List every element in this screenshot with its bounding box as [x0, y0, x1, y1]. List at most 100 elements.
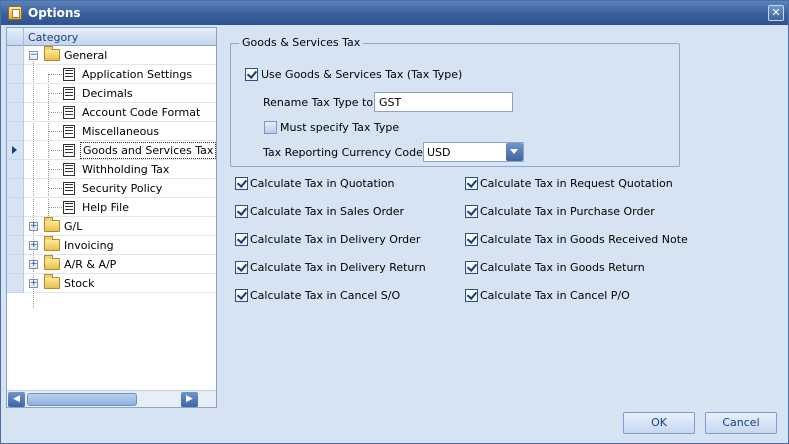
tree-item-account-code-format[interactable]: Account Code Format — [7, 103, 216, 122]
group-title: Goods & Services Tax — [239, 36, 364, 49]
row-indicator-header — [7, 28, 24, 46]
row-indicator — [7, 236, 24, 255]
tree-item-gl[interactable]: + G/L — [7, 217, 216, 236]
calc-tax-cancel-so-label[interactable]: Calculate Tax in Cancel S/O — [250, 289, 400, 302]
tree-cell: Application Settings — [24, 65, 216, 84]
title-bar[interactable]: Options ✕ — [1, 1, 788, 25]
calc-tax-quotation-checkbox[interactable] — [235, 177, 248, 190]
folder-icon — [44, 255, 60, 270]
calc-tax-sales-order-label[interactable]: Calculate Tax in Sales Order — [250, 205, 404, 218]
collapse-icon[interactable]: − — [29, 51, 38, 60]
tree-connector — [49, 188, 62, 189]
scroll-right-icon[interactable]: ▶ — [181, 392, 198, 407]
category-tree[interactable]: Category − General Application Settings — [6, 27, 217, 408]
document-icon — [63, 144, 75, 157]
tree-item-ar-ap[interactable]: + A/R & A/P — [7, 255, 216, 274]
calc-tax-grn-checkbox[interactable] — [465, 233, 478, 246]
tree-connector — [49, 169, 62, 170]
tree-cell: + Invoicing — [24, 236, 216, 255]
tree-cell: − General — [24, 46, 216, 65]
tree-item-goods-and-services-tax[interactable]: Goods and Services Tax — [7, 141, 216, 160]
tree-item-label: Decimals — [82, 87, 133, 100]
tree-cell: + G/L — [24, 217, 216, 236]
use-gst-label[interactable]: Use Goods & Services Tax (Tax Type) — [261, 68, 462, 81]
expand-icon[interactable]: + — [29, 222, 38, 231]
expand-icon[interactable]: + — [29, 279, 38, 288]
tax-reporting-currency-select[interactable]: USD — [423, 142, 524, 162]
calc-tax-grn-label[interactable]: Calculate Tax in Goods Received Note — [480, 233, 688, 246]
window-title: Options — [28, 6, 81, 20]
calc-tax-purchase-order-label[interactable]: Calculate Tax in Purchase Order — [480, 205, 655, 218]
row-indicator — [7, 141, 24, 160]
folder-icon — [44, 217, 60, 232]
tree-item-label: Miscellaneous — [82, 125, 160, 138]
row-indicator — [7, 84, 24, 103]
folder-icon — [44, 274, 60, 289]
calc-tax-delivery-return-checkbox[interactable] — [235, 261, 248, 274]
calc-tax-purchase-order-checkbox[interactable] — [465, 205, 478, 218]
rename-tax-type-label: Rename Tax Type to — [263, 96, 374, 109]
tree-item-miscellaneous[interactable]: Miscellaneous — [7, 122, 216, 141]
row-indicator — [7, 46, 24, 65]
ok-button[interactable]: OK — [623, 412, 695, 434]
expand-icon[interactable]: + — [29, 241, 38, 250]
calc-tax-goods-return-label[interactable]: Calculate Tax in Goods Return — [480, 261, 645, 274]
chevron-down-icon[interactable] — [506, 143, 523, 161]
tree-cell: Withholding Tax — [24, 160, 216, 179]
tree-cell: Decimals — [24, 84, 216, 103]
tree-item-security-policy[interactable]: Security Policy — [7, 179, 216, 198]
calc-tax-cancel-so-checkbox[interactable] — [235, 289, 248, 302]
calc-tax-sales-order-checkbox[interactable] — [235, 205, 248, 218]
calc-tax-delivery-return-label[interactable]: Calculate Tax in Delivery Return — [250, 261, 426, 274]
calc-tax-delivery-order-checkbox[interactable] — [235, 233, 248, 246]
tree-item-invoicing[interactable]: + Invoicing — [7, 236, 216, 255]
cancel-button[interactable]: Cancel — [705, 412, 777, 434]
calc-tax-cancel-po-label[interactable]: Calculate Tax in Cancel P/O — [480, 289, 630, 302]
tree-cell: Help File — [24, 198, 216, 217]
tree-connector — [49, 131, 62, 132]
use-gst-checkbox[interactable] — [245, 68, 258, 81]
row-indicator — [7, 179, 24, 198]
calc-tax-quotation-label[interactable]: Calculate Tax in Quotation — [250, 177, 395, 190]
scroll-thumb[interactable] — [27, 393, 137, 406]
tree-item-help-file[interactable]: Help File — [7, 198, 216, 217]
tree-horizontal-scrollbar[interactable]: ◀ ▶ — [7, 390, 216, 407]
document-icon — [63, 201, 75, 214]
tree-item-label: Account Code Format — [82, 106, 201, 119]
tree-item-label: Application Settings — [82, 68, 193, 81]
tree-item-decimals[interactable]: Decimals — [7, 84, 216, 103]
tax-reporting-currency-label: Tax Reporting Currency Code: — [263, 146, 427, 159]
current-row-arrow-icon — [12, 146, 17, 154]
close-icon[interactable]: ✕ — [768, 5, 784, 21]
expand-icon[interactable]: + — [29, 260, 38, 269]
calc-tax-goods-return-checkbox[interactable] — [465, 261, 478, 274]
calc-tax-cancel-po-checkbox[interactable] — [465, 289, 478, 302]
tree-cell: Security Policy — [24, 179, 216, 198]
must-specify-tax-type-checkbox[interactable] — [264, 121, 277, 134]
tree-item-label: Help File — [82, 201, 129, 214]
document-icon — [63, 163, 75, 176]
calc-tax-delivery-order-label[interactable]: Calculate Tax in Delivery Order — [250, 233, 420, 246]
tree-header-label: Category — [28, 31, 79, 44]
tree-connector — [49, 74, 62, 75]
tree-item-application-settings[interactable]: Application Settings — [7, 65, 216, 84]
calc-tax-request-quotation-label[interactable]: Calculate Tax in Request Quotation — [480, 177, 673, 190]
must-specify-tax-type-label[interactable]: Must specify Tax Type — [280, 121, 399, 134]
gst-group-box: Goods & Services Tax Use Goods & Service… — [230, 36, 680, 167]
tree-cell: + A/R & A/P — [24, 255, 216, 274]
tree-header: Category — [7, 28, 216, 46]
tree-item-general[interactable]: − General — [7, 46, 216, 65]
document-icon — [63, 68, 75, 81]
tree-connector — [49, 112, 62, 113]
calc-tax-request-quotation-checkbox[interactable] — [465, 177, 478, 190]
scroll-left-icon[interactable]: ◀ — [8, 392, 25, 407]
tree-cell: + Stock — [24, 274, 216, 293]
tree-item-label: General — [64, 49, 108, 62]
tree-item-stock[interactable]: + Stock — [7, 274, 216, 293]
tree-cell: Miscellaneous — [24, 122, 216, 141]
tree-item-withholding-tax[interactable]: Withholding Tax — [7, 160, 216, 179]
tree-item-label: Security Policy — [82, 182, 163, 195]
row-indicator — [7, 255, 24, 274]
document-icon — [63, 182, 75, 195]
rename-tax-type-input[interactable] — [374, 92, 513, 112]
